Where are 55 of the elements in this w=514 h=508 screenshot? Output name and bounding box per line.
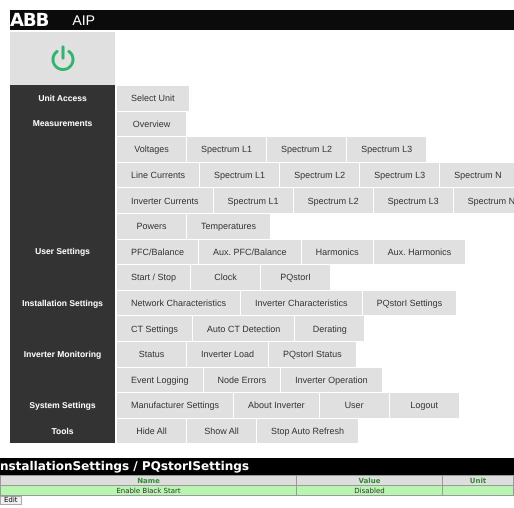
menu-button[interactable]: Overview: [117, 110, 187, 136]
menu-button[interactable]: Powers: [117, 212, 187, 239]
menu-button[interactable]: Stop Auto Refresh: [257, 418, 360, 444]
menu-button[interactable]: Voltages: [117, 136, 187, 162]
menu-button[interactable]: User: [320, 392, 390, 418]
menu-button[interactable]: Spectrum L2: [294, 187, 374, 213]
logo: ABB: [10, 10, 48, 30]
section-label: System Settings: [29, 400, 96, 410]
menu-button[interactable]: Spectrum L2: [280, 162, 360, 188]
menu-button[interactable]: Spectrum L3: [360, 162, 440, 188]
menu-button[interactable]: PQstorI: [261, 264, 332, 290]
menu-button[interactable]: Hide All: [117, 418, 187, 444]
menu-button[interactable]: Harmonics: [302, 238, 374, 264]
menu-button[interactable]: Inverter Load: [187, 340, 270, 367]
menu-button[interactable]: Network Characteristics: [117, 290, 242, 316]
menu-button[interactable]: Event Logging: [117, 366, 204, 392]
menu-button[interactable]: Spectrum L2: [267, 136, 348, 162]
menu-button[interactable]: Temperatures: [187, 212, 272, 239]
menu-button[interactable]: Aux. PFC/Balance: [199, 238, 302, 264]
section-label: Inverter Monitoring: [24, 348, 102, 359]
menu-button[interactable]: PQstorI Status: [269, 340, 357, 367]
menu-button[interactable]: Show All: [187, 418, 257, 444]
section-label: Unit Access: [38, 92, 87, 103]
menu-button[interactable]: PQstorI Settings: [362, 290, 458, 316]
menu-button[interactable]: Select Unit: [117, 85, 190, 111]
section-label: Measurements: [32, 118, 92, 128]
menu-button[interactable]: Inverter Characteristics: [241, 290, 363, 316]
power-button[interactable]: [10, 32, 115, 85]
menu-button[interactable]: Spectrum L3: [347, 136, 428, 162]
app-title: AIP: [72, 12, 95, 28]
menu-button[interactable]: Spectrum L1: [187, 136, 268, 162]
menu-button[interactable]: Spectrum N: [440, 162, 514, 188]
section-label: User Settings: [35, 246, 90, 256]
menu-button[interactable]: Inverter Currents: [117, 187, 214, 213]
menu-button[interactable]: CT Settings: [117, 315, 193, 341]
menu-button[interactable]: Auto CT Detection: [192, 315, 296, 341]
menu-button[interactable]: Line Currents: [117, 162, 200, 188]
menu-button[interactable]: Manufacturer Settings: [117, 392, 234, 418]
panel-title: nstallationSettings / PQstorISettings: [0, 458, 514, 476]
power-icon: [50, 44, 76, 72]
menu-button[interactable]: Status: [117, 340, 187, 367]
menu-button[interactable]: Spectrum L1: [214, 187, 294, 213]
menu-button[interactable]: Node Errors: [204, 366, 282, 392]
menu-button[interactable]: Start / Stop: [117, 264, 192, 290]
menu-button[interactable]: Spectrum L3: [374, 187, 454, 213]
menu-button[interactable]: Inverter Operation: [281, 366, 383, 392]
menu-button[interactable]: Derating: [295, 315, 366, 341]
menu-button[interactable]: About Inverter: [234, 392, 320, 418]
section-label: Tools: [51, 426, 74, 436]
menu-button[interactable]: Logout: [390, 392, 460, 418]
menu-button[interactable]: PFC/Balance: [117, 238, 200, 264]
menu-button[interactable]: Spectrum L1: [200, 162, 280, 188]
menu-button[interactable]: Clock: [191, 264, 262, 290]
section-label: Installation Settings: [22, 298, 103, 308]
menu-button[interactable]: Aux. Harmonics: [374, 238, 466, 264]
